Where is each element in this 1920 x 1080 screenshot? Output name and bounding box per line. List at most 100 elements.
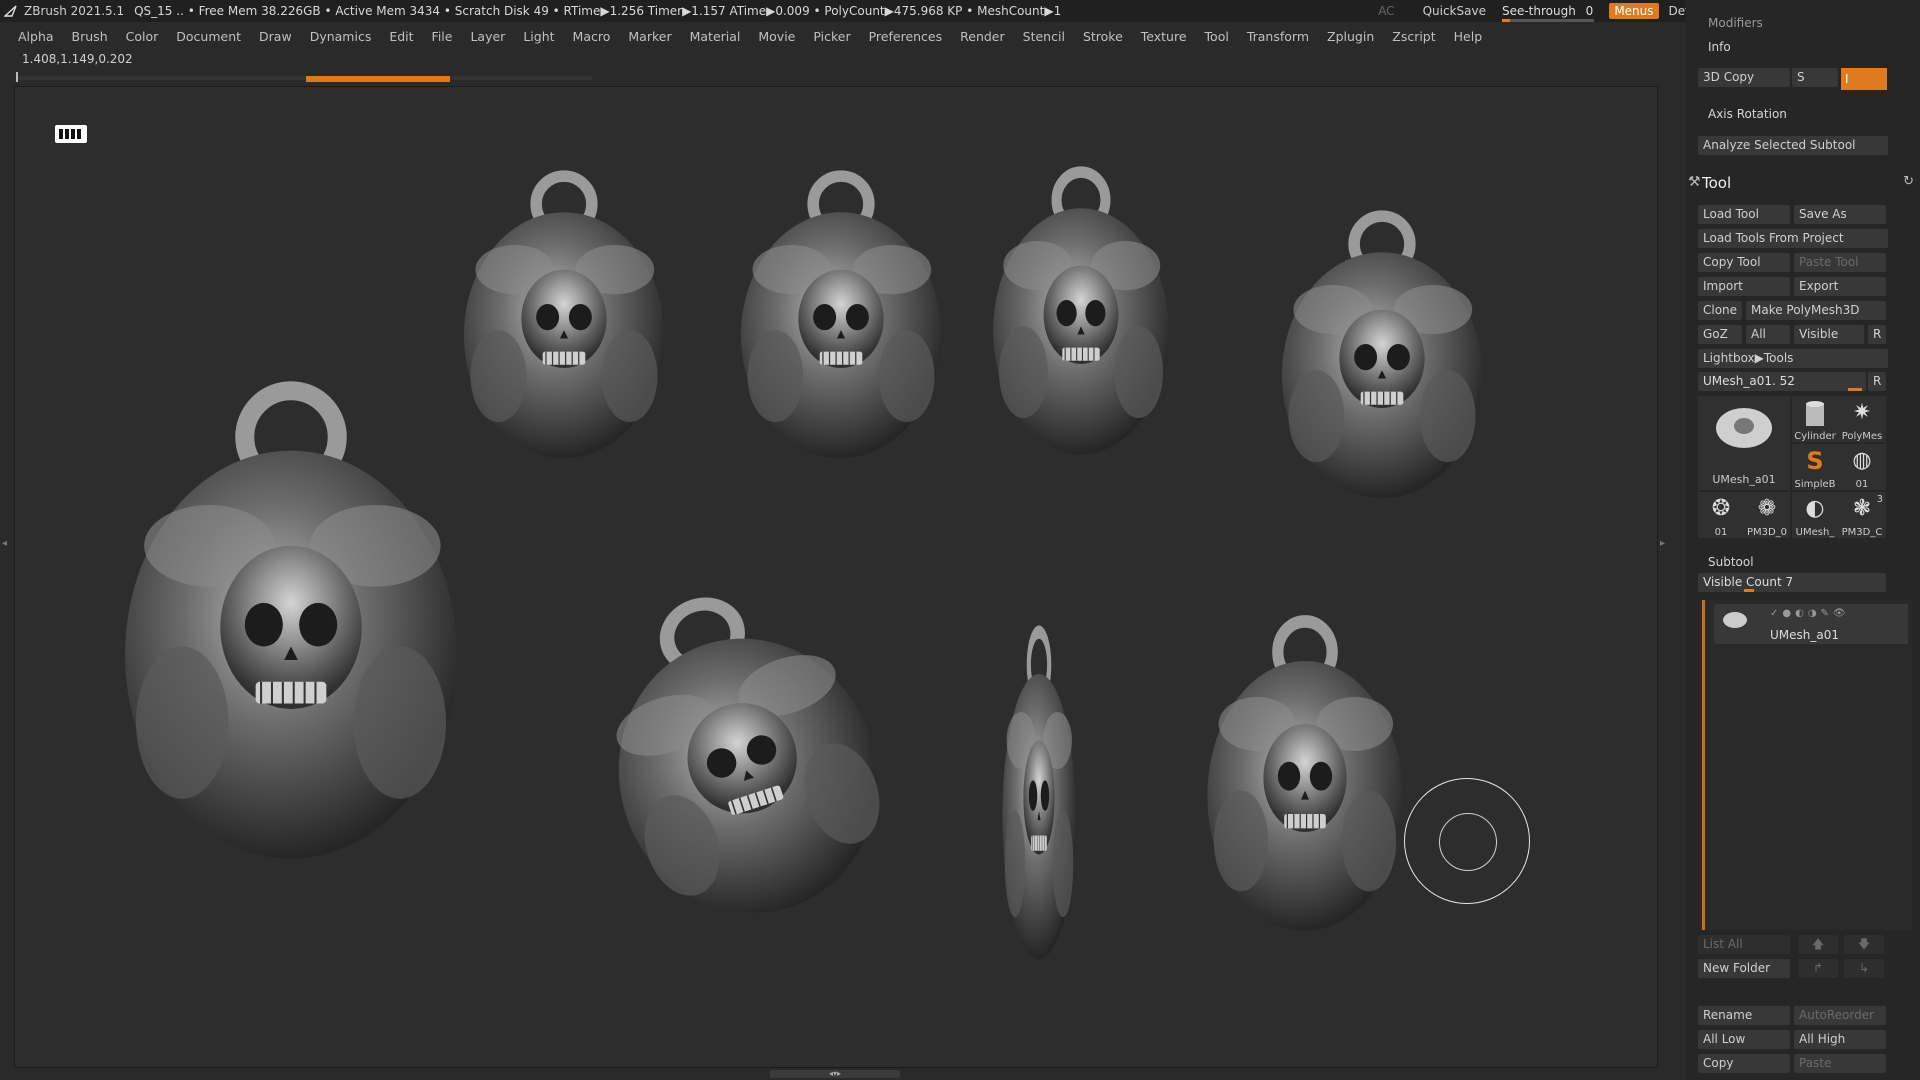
menu-movie[interactable]: Movie [749,29,804,44]
reset-icon[interactable]: ↻ [1903,174,1914,189]
menu-help[interactable]: Help [1445,29,1492,44]
tool-thumb-simplebrush[interactable]: S SimpleB [1792,444,1838,490]
new-folder-button[interactable]: New Folder [1698,959,1790,978]
folder-arrow-down-icon[interactable]: ↳ [1844,959,1884,978]
tool-thumb-umesh-a01[interactable]: UMesh_a01 [1698,396,1790,490]
menu-zscript[interactable]: Zscript [1383,29,1444,44]
menu-picker[interactable]: Picker [804,29,859,44]
tool-thumb-01[interactable]: ◍ 01 [1838,444,1886,490]
menu-tool[interactable]: Tool [1196,29,1238,44]
pendant-top-3 [993,172,1169,454]
tool-palette-header[interactable]: ⚒ Tool ↻ [1688,172,1920,194]
copy-tool-button[interactable]: Copy Tool [1698,253,1790,272]
analyze-selected-subtool-button[interactable]: Analyze Selected Subtool [1698,136,1888,155]
tool-thumb-polymesh[interactable]: ✷ PolyMes [1838,396,1886,442]
3d-copy-button[interactable]: 3D Copy [1698,68,1790,87]
menu-layer[interactable]: Layer [461,29,514,44]
rename-button[interactable]: Rename [1698,1006,1790,1025]
quicksave-button[interactable]: QuickSave [1423,4,1486,18]
menu-marker[interactable]: Marker [619,29,680,44]
subtool-header[interactable]: Subtool [1708,555,1754,569]
mesh-thumbnail-icon: ◍ [1852,448,1872,473]
right-tray-toggle[interactable] [1660,480,1670,610]
menu-document[interactable]: Document [167,29,250,44]
menu-material[interactable]: Material [681,29,750,44]
paste-tool-button[interactable]: Paste Tool [1794,253,1886,272]
menu-light[interactable]: Light [514,29,563,44]
subtool-item[interactable]: ✓●◐◑✎👁 UMesh_a01 [1714,604,1908,644]
axis-rotation-label[interactable]: Axis Rotation [1708,107,1787,121]
tool-thumb-pm3d-0[interactable]: ❁ PM3D_0 [1744,492,1790,538]
save-as-button[interactable]: Save As [1794,205,1886,224]
cylinder-icon [1806,401,1824,426]
tool-thumb-label: PM3D_C [1841,527,1883,538]
title-bar: ZBrush 2021.5.1 QS_15 .. • Free Mem 38.2… [0,0,1920,22]
all-low-button[interactable]: All Low [1698,1030,1790,1049]
clone-button[interactable]: Clone [1698,301,1742,320]
status-stats: QS_15 .. • Free Mem 38.226GB • Active Me… [134,4,1062,18]
goz-all-button[interactable]: All [1746,325,1790,344]
mesh-thumbnail-icon: ◐ [1805,496,1825,521]
pendant-large-front [125,391,457,859]
main-menu-bar: Alpha Brush Color Document Draw Dynamics… [0,24,1680,48]
tool-thumb-01b[interactable]: ❂ 01 [1698,492,1744,538]
menus-toggle-button[interactable]: Menus [1609,3,1659,19]
autoreorder-button[interactable]: AutoReorder [1794,1006,1886,1025]
menu-stencil[interactable]: Stencil [1014,29,1074,44]
current-tool-slider[interactable]: UMesh_a01. 52 [1698,372,1866,391]
goz-visible-button[interactable]: Visible [1794,325,1864,344]
timeline-active-segment[interactable] [306,76,450,82]
bottom-tray-handle[interactable]: ◂▾▸ [770,1070,900,1078]
move-down-button[interactable]: 🡇 [1844,935,1884,954]
folder-arrow-up-icon[interactable]: ↱ [1798,959,1838,978]
subtool-toggle-icons[interactable]: ✓●◐◑✎👁 [1770,608,1850,619]
copy-button[interactable]: Copy [1698,1054,1790,1073]
tool-thumb-cylinder[interactable]: Cylinder [1792,396,1838,442]
seethrough-slider[interactable]: See-through 0 [1496,4,1599,22]
menu-draw[interactable]: Draw [250,29,301,44]
menu-dynamics[interactable]: Dynamics [301,29,381,44]
lightbox-tools-button[interactable]: Lightbox▶Tools [1698,349,1888,368]
tool-thumb-label: 01 [1714,527,1728,538]
export-button[interactable]: Export [1794,277,1886,296]
ac-label[interactable]: AC [1378,4,1394,18]
import-button[interactable]: Import [1698,277,1790,296]
menu-edit[interactable]: Edit [380,29,422,44]
menu-macro[interactable]: Macro [564,29,620,44]
menu-texture[interactable]: Texture [1132,29,1196,44]
move-up-button[interactable]: 🡅 [1798,935,1838,954]
tool-thumb-label: UMesh_a01 [1712,473,1776,486]
load-tools-from-project-button[interactable]: Load Tools From Project [1698,229,1888,248]
menu-file[interactable]: File [423,29,462,44]
subtool-scrollbar[interactable] [1702,600,1705,930]
visible-count-slider[interactable]: Visible Count 7 [1698,573,1886,592]
document-canvas[interactable] [14,86,1658,1068]
menu-zplugin[interactable]: Zplugin [1318,29,1383,44]
menu-preferences[interactable]: Preferences [860,29,952,44]
tool-thumb-pm3d-c[interactable]: ❃ 3 PM3D_C [1838,492,1886,538]
menu-render[interactable]: Render [951,29,1014,44]
menu-alpha[interactable]: Alpha [0,29,63,44]
3d-copy-value-field[interactable]: I [1841,68,1887,90]
load-tool-button[interactable]: Load Tool [1698,205,1790,224]
tool-thumb-umesh[interactable]: ◐ UMesh_ [1792,492,1838,538]
left-tray-toggle[interactable] [0,480,10,610]
menu-stroke[interactable]: Stroke [1074,29,1132,44]
s-button[interactable]: S [1792,68,1838,87]
paste-button[interactable]: Paste [1794,1054,1886,1073]
timeline-start-marker [16,72,18,82]
mesh-thumbnail-icon: ❁ [1757,496,1777,521]
menu-transform[interactable]: Transform [1238,29,1318,44]
modifiers-label[interactable]: Modifiers [1708,16,1763,30]
menu-brush[interactable]: Brush [63,29,117,44]
info-label[interactable]: Info [1708,40,1731,54]
list-all-button[interactable]: List All [1698,935,1790,954]
menu-color[interactable]: Color [117,29,168,44]
subtool-list[interactable]: ✓●◐◑✎👁 UMesh_a01 [1700,600,1912,930]
make-polymesh3d-button[interactable]: Make PolyMesh3D [1746,301,1886,320]
goz-r-button[interactable]: R [1868,325,1886,344]
all-high-button[interactable]: All High [1794,1030,1886,1049]
timeline-track[interactable] [16,72,592,82]
goz-button[interactable]: GoZ [1698,325,1742,344]
current-tool-r-button[interactable]: R [1868,372,1886,391]
